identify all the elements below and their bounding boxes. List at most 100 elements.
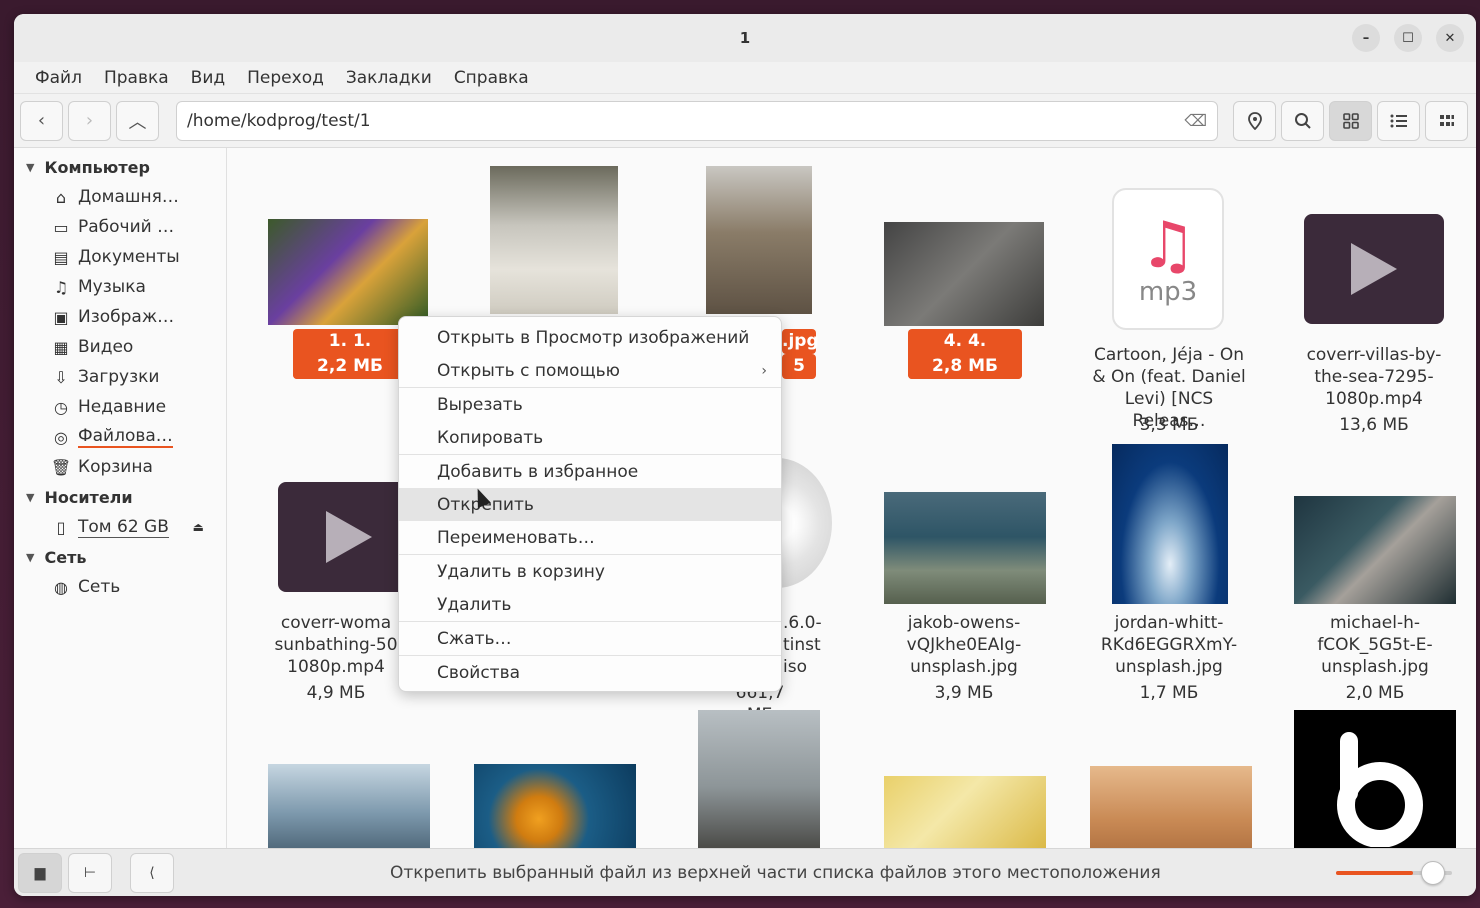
- menu-edit[interactable]: Правка: [93, 68, 180, 88]
- file-thumbnail-3[interactable]: [706, 166, 812, 314]
- sidebar-item-recent[interactable]: ◷ Недавние: [14, 392, 226, 422]
- play-icon: [326, 511, 372, 563]
- file-thumbnail-13[interactable]: [268, 764, 430, 848]
- file-thumbnail-2[interactable]: [490, 166, 618, 314]
- file-thumbnail-16[interactable]: [884, 776, 1046, 848]
- file-size-3: 5: [782, 354, 816, 379]
- zoom-slider[interactable]: [1336, 861, 1452, 885]
- menu-button[interactable]: [1425, 100, 1468, 141]
- sidebar-item-filesystem[interactable]: ◎ Файлова…: [14, 422, 226, 452]
- sidebar-item-music[interactable]: ♫ Музыка: [14, 272, 226, 302]
- tree-sidebar-button[interactable]: ⊢: [68, 852, 112, 893]
- menu-item-rename[interactable]: Переименовать…: [399, 521, 781, 554]
- file-thumbnail-11[interactable]: [1112, 444, 1228, 604]
- sidebar-item-label: Сеть: [78, 577, 121, 597]
- menu-item-delete[interactable]: Удалить: [399, 588, 781, 621]
- minimize-icon: –: [1362, 30, 1370, 46]
- sidebar-item-label: Изображ…: [78, 307, 175, 327]
- chevron-right-icon: ›: [85, 110, 94, 131]
- sidebar-item-video[interactable]: ▦ Видео: [14, 332, 226, 362]
- status-text: Открепить выбранный файл из верхней част…: [390, 862, 1161, 883]
- list-view-button[interactable]: [1377, 100, 1420, 141]
- sidebar-item-label: Недавние: [78, 397, 167, 417]
- path-bar[interactable]: /home/kodprog/test/1 ⌫: [176, 100, 1218, 141]
- desktop-icon: ▭: [53, 217, 69, 237]
- menu-file[interactable]: Файл: [24, 68, 93, 88]
- file-thumbnail-10[interactable]: [884, 492, 1046, 604]
- documents-icon: ▤: [53, 247, 69, 267]
- chevron-down-icon: ▼: [26, 550, 35, 564]
- menu-item-cut[interactable]: Вырезать: [399, 388, 781, 421]
- video-file-icon-1[interactable]: [1304, 214, 1444, 324]
- tree-icon: ⊢: [83, 864, 97, 881]
- search-icon: [1294, 112, 1311, 129]
- menu-item-properties[interactable]: Свойства: [399, 656, 781, 689]
- file-size-11: 1,7 МБ: [1139, 683, 1199, 703]
- places-sidebar-button[interactable]: ▆: [18, 852, 62, 893]
- menu-item-copy[interactable]: Копировать: [399, 421, 781, 454]
- mp3-file-icon[interactable]: ♫ mp3: [1112, 188, 1224, 330]
- sidebar-item-downloads[interactable]: ⇩ Загрузки: [14, 362, 226, 392]
- menu-item-add-favorite[interactable]: Добавить в избранное: [399, 455, 781, 488]
- sidebar-section-computer[interactable]: ▼ Компьютер: [14, 152, 226, 182]
- file-thumbnail-15[interactable]: [698, 710, 820, 848]
- toggle-sidebar-button[interactable]: ⟨: [130, 852, 174, 893]
- maximize-button[interactable]: ☐: [1394, 24, 1422, 52]
- file-name-7[interactable]: coverr-woma sunbathing-50 1080p.mp4: [272, 612, 400, 678]
- minimize-button[interactable]: –: [1352, 24, 1380, 52]
- menu-item-compress[interactable]: Сжать…: [399, 622, 781, 655]
- file-name-9[interactable]: .6.0- tinst iso: [783, 612, 823, 678]
- close-button[interactable]: ✕: [1436, 24, 1464, 52]
- sidebar-item-label: Домашня…: [78, 187, 179, 207]
- zoom-handle[interactable]: [1420, 861, 1445, 885]
- network-icon: ◍: [54, 577, 68, 597]
- file-name-11[interactable]: jordan-whitt-RKd6EGGRXmY-unsplash.jpg: [1086, 612, 1252, 678]
- sidebar-item-network[interactable]: ◍ Сеть: [14, 572, 226, 602]
- file-name-12[interactable]: michael-h-fCOK_5G5t-E-unsplash.jpg: [1294, 612, 1456, 678]
- titlebar: 1 – ☐ ✕: [14, 14, 1476, 62]
- menu-bookmarks[interactable]: Закладки: [335, 68, 443, 88]
- eject-icon[interactable]: ⏏: [193, 520, 204, 534]
- b-logo-icon: [1337, 732, 1423, 847]
- menu-help[interactable]: Справка: [443, 68, 540, 88]
- location-button[interactable]: [1233, 100, 1276, 141]
- file-thumbnail-4[interactable]: [884, 222, 1044, 326]
- sidebar-item-trash[interactable]: 🗑 Корзина: [14, 452, 226, 482]
- menu-item-move-to-trash[interactable]: Удалить в корзину: [399, 555, 781, 588]
- file-size-5: 3,3 МБ: [1139, 415, 1199, 435]
- file-thumbnail-1[interactable]: [268, 219, 428, 325]
- sidebar-item-home[interactable]: ⌂ Домашня…: [14, 182, 226, 212]
- file-name-10[interactable]: jakob-owens-vQJkhe0EAIg-unsplash.jpg: [878, 612, 1050, 678]
- file-thumbnail-12[interactable]: [1294, 496, 1456, 604]
- menu-go[interactable]: Переход: [236, 68, 335, 88]
- search-button[interactable]: [1281, 100, 1324, 141]
- menu-view[interactable]: Вид: [180, 68, 236, 88]
- file-name-3[interactable]: .jpg: [782, 329, 819, 354]
- sidebar-item-desktop[interactable]: ▭ Рабочий …: [14, 212, 226, 242]
- menu-item-unpin[interactable]: Открепить: [399, 488, 781, 521]
- back-button[interactable]: ‹: [20, 100, 63, 141]
- file-thumbnail-14[interactable]: [474, 764, 636, 848]
- home-icon: ⌂: [55, 187, 67, 207]
- sidebar-item-volume[interactable]: ▯ Том 62 GB ⏏: [14, 512, 226, 542]
- chevron-left-icon: ‹: [37, 110, 46, 131]
- file-thumbnail-17[interactable]: [1090, 766, 1252, 848]
- file-name-6[interactable]: coverr-villas-by-the-sea-7295-1080p.mp4: [1294, 344, 1454, 410]
- sidebar-section-devices[interactable]: ▼ Носители: [14, 482, 226, 512]
- sidebar-section-network[interactable]: ▼ Сеть: [14, 542, 226, 572]
- sidebar-item-pictures[interactable]: ▣ Изображ…: [14, 302, 226, 332]
- menu-item-open-in-viewer[interactable]: Открыть в Просмотр изображений: [399, 321, 781, 354]
- parent-folder-button[interactable]: ︿: [116, 100, 159, 141]
- grid-view-button[interactable]: [1329, 100, 1372, 141]
- clear-path-icon[interactable]: ⌫: [1184, 111, 1207, 130]
- sidebar-item-label: Файлова…: [78, 426, 173, 448]
- trash-icon: 🗑: [50, 457, 72, 477]
- file-size-12: 2,0 МБ: [1345, 683, 1405, 703]
- folder-icon: ▆: [34, 864, 46, 881]
- menu-item-open-with[interactable]: Открыть с помощью ›: [399, 354, 781, 387]
- path-input[interactable]: /home/kodprog/test/1: [187, 111, 371, 131]
- forward-button[interactable]: ›: [68, 100, 111, 141]
- file-thumbnail-18[interactable]: [1294, 710, 1456, 848]
- sidebar-item-documents[interactable]: ▤ Документы: [14, 242, 226, 272]
- menubar: Файл Правка Вид Переход Закладки Справка: [14, 62, 1476, 94]
